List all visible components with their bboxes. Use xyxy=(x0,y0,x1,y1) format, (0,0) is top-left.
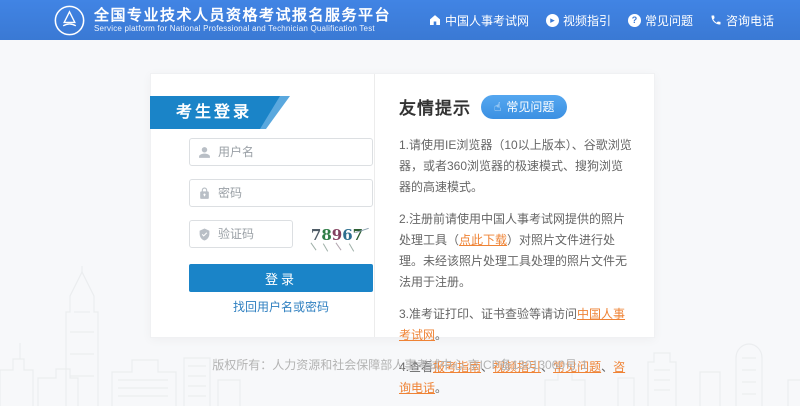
captcha-digit: 8 xyxy=(321,226,332,244)
app-header: 全国专业技术人员资格考试报名服务平台 Service platform for … xyxy=(0,0,800,40)
nav-label: 中国人事考试网 xyxy=(444,13,529,28)
nav-link-video-guide[interactable]: ▸ 视频指引 xyxy=(545,12,611,29)
password-field[interactable] xyxy=(189,179,373,207)
video-play-icon: ▸ xyxy=(545,13,559,27)
captcha-row: 78967 xyxy=(189,220,373,252)
captcha-noise xyxy=(322,243,329,252)
phone-icon xyxy=(711,15,721,25)
captcha-digit: 7 xyxy=(310,226,322,244)
site-title: 全国专业技术人员资格考试报名服务平台 xyxy=(94,7,392,24)
captcha-digit: 6 xyxy=(342,226,353,244)
tip-link[interactable]: 中国人事考试网 xyxy=(399,307,625,342)
faq-pill-button[interactable]: ☝ 常见问题 xyxy=(481,94,568,119)
user-icon xyxy=(199,146,210,158)
header-nav: 中国人事考试网 ▸ 视频指引 ? 常见问题 咨询电话 xyxy=(429,12,774,29)
tips-title: 友情提示 xyxy=(399,99,471,118)
login-panel-banner: 考生登录 xyxy=(150,96,290,129)
login-panel: 考生登录 用户名 验证码 7 8 9 6 7 登录 找回用户名或密码 xyxy=(151,74,375,337)
tips-panel: 友情提示 ☝ 常见问题 1.请使用IE浏览器（10以上版本）、谷歌浏览器，或者3… xyxy=(375,74,654,395)
username-field[interactable] xyxy=(189,138,373,166)
login-panel-title: 考生登录 xyxy=(150,96,280,129)
site-subtitle: Service platform for National Profession… xyxy=(94,24,375,33)
brand: 全国专业技术人员资格考试报名服务平台 Service platform for … xyxy=(54,5,391,36)
username-input[interactable] xyxy=(218,145,364,159)
tip-item: 1.请使用IE浏览器（10以上版本）、谷歌浏览器，或者360浏览器的极速模式、搜… xyxy=(399,138,632,194)
tip-item: 3.准考证打印、证书查验等请访问中国人事考试网。 xyxy=(399,307,626,342)
shield-icon xyxy=(199,228,210,240)
nav-link-faq[interactable]: ? 常见问题 xyxy=(627,12,693,29)
password-input[interactable] xyxy=(218,186,364,200)
nav-label: 常见问题 xyxy=(644,13,693,28)
captcha-digit: 9 xyxy=(331,226,343,244)
nav-link-cpta-site[interactable]: 中国人事考试网 xyxy=(429,12,529,29)
pointing-hand-icon: ☝ xyxy=(494,99,502,114)
tip-item: 2.注册前请使用中国人事考试网提供的照片处理工具（点此下载）对照片文件进行处理。… xyxy=(399,212,628,289)
tip-link[interactable]: 点此下载 xyxy=(459,233,507,247)
captcha-noise xyxy=(348,243,355,252)
captcha-digit: 7 xyxy=(352,226,364,244)
nav-link-hotline[interactable]: 咨询电话 xyxy=(710,12,774,29)
forgot-credentials-link[interactable]: 找回用户名或密码 xyxy=(189,298,373,315)
captcha-image[interactable]: 78967 xyxy=(301,220,373,252)
captcha-field[interactable] xyxy=(189,220,293,248)
nav-label: 视频指引 xyxy=(562,13,611,28)
nav-label: 咨询电话 xyxy=(725,13,774,28)
page-footer: 版权所有：人力资源和社会保障部人事考试中心 京ICP备13013060号-1 xyxy=(0,356,800,373)
faq-pill-label: 常见问题 xyxy=(506,100,555,114)
question-icon: ? xyxy=(627,13,641,27)
copyright-text: 版权所有：人力资源和社会保障部人事考试中心 京ICP备13013060号-1 xyxy=(212,358,588,372)
lock-icon xyxy=(200,187,209,199)
captcha-input[interactable] xyxy=(218,227,284,241)
main-card: 考生登录 用户名 验证码 7 8 9 6 7 登录 找回用户名或密码 友情提示 … xyxy=(150,73,655,395)
login-button[interactable]: 登录 xyxy=(189,264,373,292)
home-icon xyxy=(429,15,440,25)
site-logo-icon xyxy=(54,5,85,35)
